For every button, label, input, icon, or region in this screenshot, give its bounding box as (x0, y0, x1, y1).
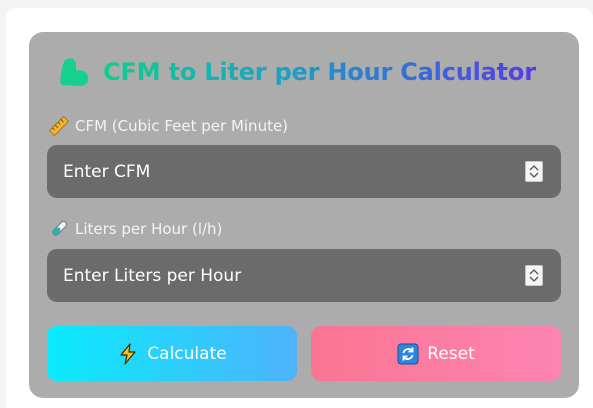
ruler-icon (48, 115, 70, 137)
lph-stepper[interactable] (525, 265, 543, 286)
reset-label: Reset (427, 343, 475, 364)
title-row: CFM to Liter per Hour Calculator (0, 52, 593, 92)
cfm-stepper[interactable] (525, 161, 543, 182)
water-drop-icon (57, 55, 93, 89)
page-title: CFM to Liter per Hour Calculator (103, 58, 536, 86)
lph-field[interactable] (47, 249, 561, 302)
refresh-icon (397, 343, 419, 365)
lph-input[interactable] (47, 249, 561, 302)
test-tube-icon (49, 219, 69, 239)
cfm-input[interactable] (47, 145, 561, 198)
cfm-label: CFM (Cubic Feet per Minute) (48, 115, 289, 137)
cfm-field[interactable] (47, 145, 561, 198)
calculate-button[interactable]: Calculate (47, 326, 297, 381)
lph-label-text: Liters per Hour (l/h) (75, 220, 223, 238)
lightning-icon (117, 342, 139, 365)
reset-button[interactable]: Reset (311, 326, 561, 381)
calculate-label: Calculate (147, 343, 227, 364)
lph-label: Liters per Hour (l/h) (49, 219, 222, 239)
cfm-label-text: CFM (Cubic Feet per Minute) (75, 117, 289, 135)
